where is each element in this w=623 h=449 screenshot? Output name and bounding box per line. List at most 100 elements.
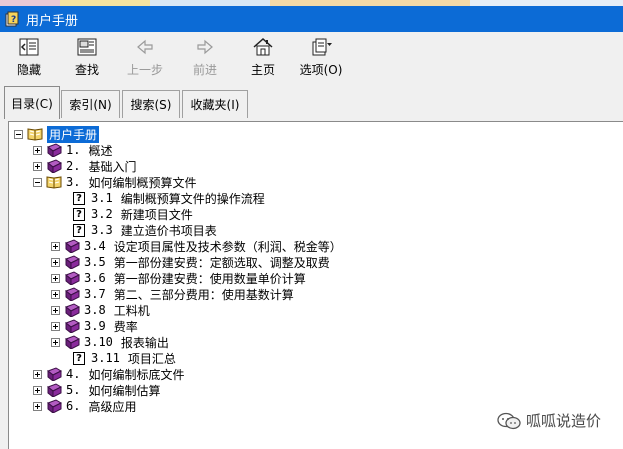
- help-app-icon: ?: [4, 11, 20, 27]
- tree-item-3-7[interactable]: 3.7 第二、三部分费用：使用基数计算: [51, 286, 294, 302]
- watermark-text: 呱呱说造价: [526, 412, 602, 430]
- tree-item-3-8[interactable]: 3.8 工料机: [51, 302, 150, 318]
- tab-index[interactable]: 索引(N): [61, 90, 120, 118]
- tree-item-number: 3.11: [91, 351, 120, 365]
- tree-item-label: 工料机: [113, 303, 150, 318]
- tree-item-number: 3.9: [84, 319, 106, 333]
- expand-toggle[interactable]: [51, 257, 60, 267]
- tab-index-label: 索引(N): [69, 98, 112, 112]
- book-icon: [64, 303, 80, 317]
- tree-item-3-2[interactable]: ? 3.2 新建项目文件: [67, 206, 193, 222]
- tree-item-3-6[interactable]: 3.6 第一部份建安费：使用数量单价计算: [51, 270, 306, 286]
- find-label: 查找: [74, 63, 99, 77]
- book-icon: [64, 287, 80, 301]
- tab-search-label: 搜索(S): [130, 98, 172, 112]
- home-label: 主页: [250, 63, 275, 77]
- tree-item-number: 3.6: [84, 271, 106, 285]
- tree-item-number: 3.10: [84, 335, 113, 349]
- tree-root[interactable]: 用户手册: [14, 125, 100, 143]
- title-bar[interactable]: ? 用户手册: [0, 6, 623, 32]
- tree-item-number: 4.: [66, 367, 81, 381]
- tree-item-advanced[interactable]: 6. 高级应用: [33, 398, 136, 414]
- tree-item-number: 3.7: [84, 287, 106, 301]
- tree-item-label: 设定项目属性及技术参数（利润、税金等）: [113, 239, 342, 254]
- home-icon: [251, 36, 275, 58]
- tree-item-number: 3.2: [91, 207, 113, 221]
- tree-item-number: 3.4: [84, 239, 106, 253]
- tree-item-label: 费率: [113, 319, 138, 334]
- expand-toggle[interactable]: [33, 401, 42, 411]
- tree-item-label: 概述: [88, 143, 113, 158]
- tree-item-label: 项目汇总: [127, 351, 176, 366]
- collapse-toggle[interactable]: [33, 177, 42, 187]
- book-icon: [64, 271, 80, 285]
- tab-favorites[interactable]: 收藏夹(I): [182, 90, 248, 118]
- forward-label: 前进: [192, 63, 217, 77]
- tree-item-label: 基础入门: [88, 159, 137, 174]
- tab-contents[interactable]: 目录(C): [4, 86, 60, 119]
- expand-toggle[interactable]: [51, 289, 60, 299]
- svg-text:?: ?: [11, 15, 16, 25]
- tab-contents-label: 目录(C): [11, 96, 53, 111]
- tree-item-number: 2.: [66, 159, 81, 173]
- tree-item-3-11[interactable]: ? 3.11 项目汇总: [67, 350, 176, 366]
- book-icon: [64, 335, 80, 349]
- hide-button[interactable]: 隐藏: [4, 36, 54, 78]
- forward-button[interactable]: 前进: [180, 36, 230, 78]
- tab-search[interactable]: 搜索(S): [122, 90, 180, 118]
- watermark: 呱呱说造价: [496, 410, 601, 431]
- book-icon: [46, 399, 62, 413]
- tree-item-3-10[interactable]: 3.10 报表输出: [51, 334, 169, 350]
- tree-item-label: 第二、三部分费用：使用基数计算: [113, 287, 294, 302]
- tree-item-3-4[interactable]: 3.4 设定项目属性及技术参数（利润、税金等）: [51, 238, 342, 254]
- expand-toggle[interactable]: [51, 273, 60, 283]
- tab-favorites-label: 收藏夹(I): [190, 98, 240, 112]
- tree-item-number: 3.5: [84, 255, 106, 269]
- expand-toggle[interactable]: [33, 385, 42, 395]
- book-icon: [46, 159, 62, 173]
- back-button[interactable]: 上一步: [120, 36, 170, 78]
- back-arrow-icon: [133, 36, 157, 58]
- hide-label: 隐藏: [16, 63, 41, 77]
- tree-item-basics[interactable]: 2. 基础入门: [33, 158, 136, 174]
- options-icon: [309, 36, 333, 58]
- tree-item-budget[interactable]: 3. 如何编制概预算文件: [33, 174, 196, 190]
- tree-item-overview[interactable]: 1. 概述: [33, 142, 112, 158]
- home-button[interactable]: 主页: [238, 36, 288, 78]
- tree-item-number: 3.8: [84, 303, 106, 317]
- tree-item-3-1[interactable]: ? 3.1 编制概预算文件的操作流程: [67, 190, 265, 206]
- tree-item-label: 报表输出: [120, 335, 169, 350]
- expand-toggle[interactable]: [51, 241, 60, 251]
- book-icon: [46, 367, 62, 381]
- expand-toggle[interactable]: [33, 161, 42, 171]
- options-label: 选项(O): [299, 63, 343, 77]
- find-button[interactable]: 查找: [62, 36, 112, 78]
- tree-item-label: 如何编制概预算文件: [88, 175, 197, 190]
- tree-item-number: 1.: [66, 143, 81, 157]
- help-page-icon: ?: [71, 351, 87, 365]
- tree-item-3-5[interactable]: 3.5 第一部份建安费：定额选取、调整及取费: [51, 254, 330, 270]
- options-button[interactable]: 选项(O): [296, 36, 346, 78]
- expand-toggle[interactable]: [51, 321, 60, 331]
- expand-toggle[interactable]: [51, 305, 60, 315]
- tree-item-number: 3.1: [91, 191, 113, 205]
- tree-item-estimate[interactable]: 5. 如何编制估算: [33, 382, 160, 398]
- contents-panel[interactable]: 用户手册 1. 概述 2. 基础入门 3. 如何编制概预算文件 ? 3.1 编制…: [8, 121, 623, 449]
- expand-toggle[interactable]: [33, 369, 42, 379]
- forward-arrow-icon: [193, 36, 217, 58]
- collapse-toggle[interactable]: [14, 129, 23, 139]
- tree-item-3-3[interactable]: ? 3.3 建立造价书项目表: [67, 222, 217, 238]
- back-label: 上一步: [126, 63, 163, 77]
- expand-toggle[interactable]: [51, 337, 60, 347]
- help-page-icon: ?: [71, 207, 87, 221]
- tree-item-label: 第一部份建安费：定额选取、调整及取费: [113, 255, 330, 270]
- toolbar: 隐藏 查找 上一步 前进 主页 选项(O): [0, 32, 623, 82]
- expand-toggle[interactable]: [33, 145, 42, 155]
- book-icon: [46, 383, 62, 397]
- tree-item-tender[interactable]: 4. 如何编制标底文件: [33, 366, 184, 382]
- book-icon: [46, 143, 62, 157]
- tree-item-3-9[interactable]: 3.9 费率: [51, 318, 138, 334]
- book-icon: [64, 255, 80, 269]
- tree-item-label: 如何编制估算: [88, 383, 161, 398]
- open-book-icon: [27, 127, 43, 141]
